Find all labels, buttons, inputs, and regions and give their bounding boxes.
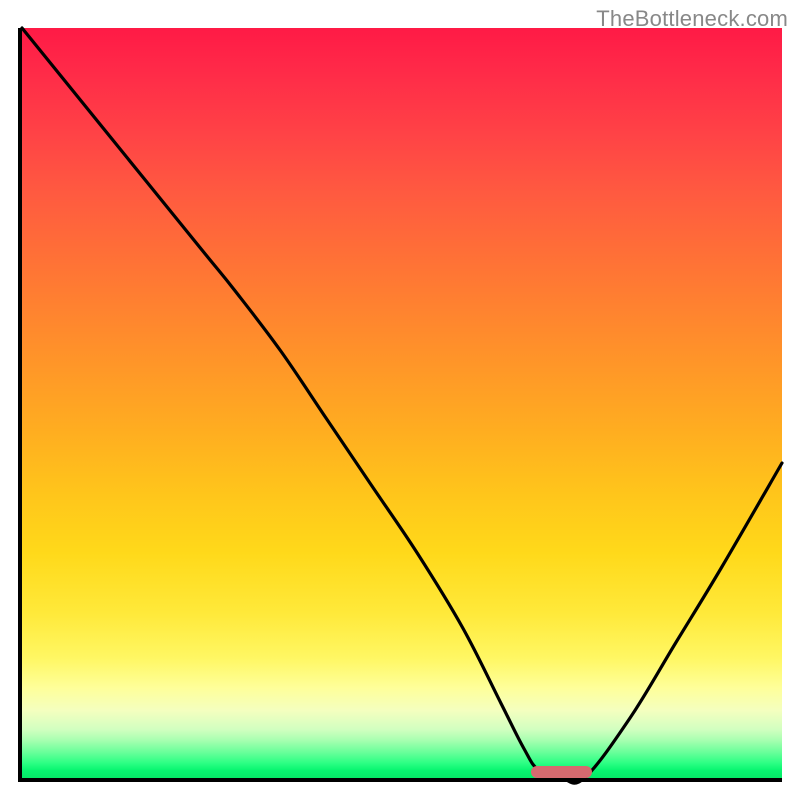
bottleneck-curve: [22, 28, 782, 783]
min-marker-pill: [531, 766, 592, 778]
curve-svg: [22, 28, 782, 778]
plot-area: [18, 28, 782, 782]
chart-container: TheBottleneck.com: [0, 0, 800, 800]
